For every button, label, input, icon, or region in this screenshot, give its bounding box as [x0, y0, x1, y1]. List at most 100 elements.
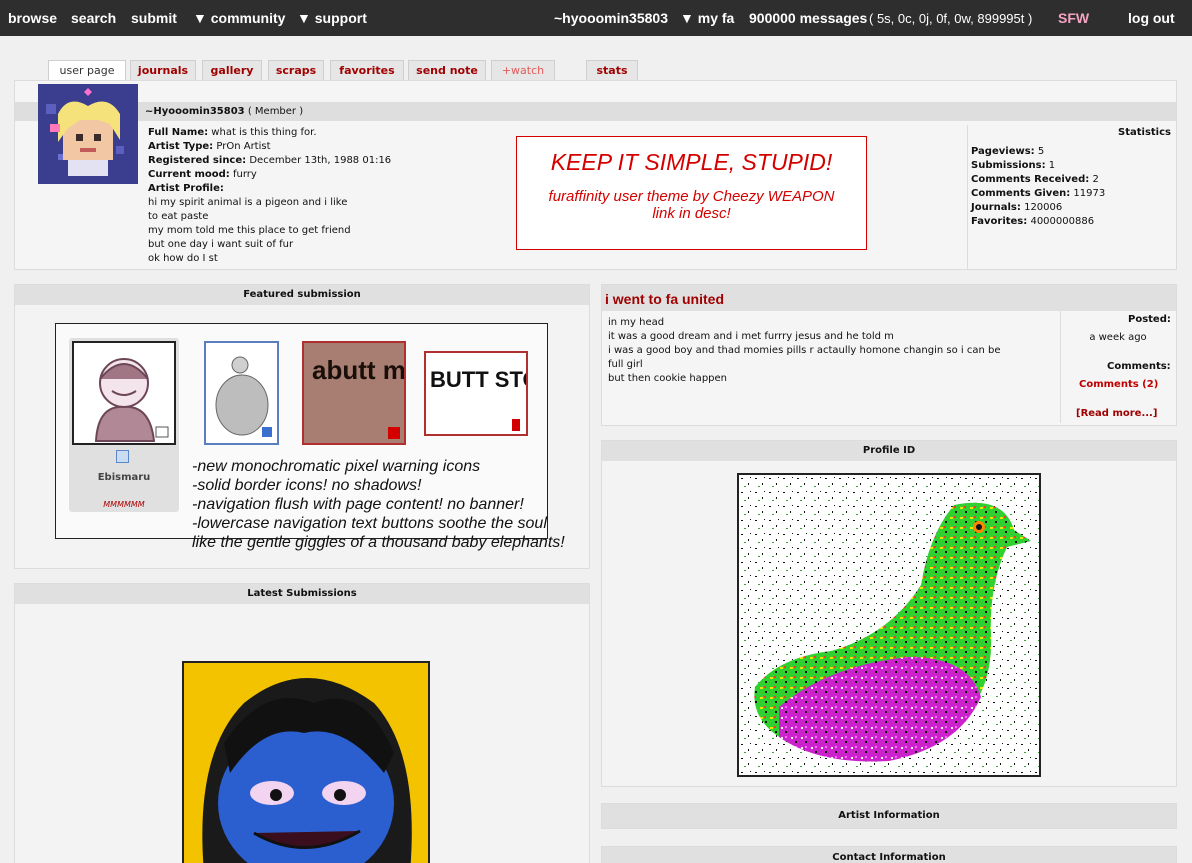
theme-banner-box: KEEP IT SIMPLE, STUPID! furaffinity user… — [516, 136, 867, 250]
stat-label: Journals: — [971, 202, 1021, 213]
nav-username[interactable]: ~hyooomin35803 — [554, 10, 668, 26]
stat-value: 120006 — [1024, 202, 1063, 213]
featured-thumb-2[interactable]: abutt movie — [302, 341, 458, 445]
profile-role: ( Member ) — [247, 106, 304, 117]
journal-line: i was a good boy and thad momies pills r… — [608, 345, 1001, 356]
bio-line: ok how do I st — [148, 253, 218, 264]
journal-line: but then cookie happen — [608, 373, 727, 384]
sfw-toggle[interactable]: SFW — [1058, 10, 1089, 26]
stat-label: Submissions: — [971, 160, 1046, 171]
theme-banner-link-note: link in desc! — [652, 205, 731, 222]
full-name-value: what is this thing for. — [211, 127, 317, 138]
journal-posted-value: a week ago — [1089, 332, 1147, 343]
journal-title[interactable]: i went to fa united — [605, 291, 724, 307]
featured-heading: Featured submission — [15, 285, 589, 305]
nav-community-dropdown[interactable]: ▼ community — [193, 10, 285, 26]
artist-profile-label: Artist Profile: — [148, 183, 224, 194]
profile-id-heading: Profile ID — [602, 441, 1176, 461]
bio-line: to eat paste — [148, 211, 209, 222]
artist-info-heading: Artist Information — [602, 804, 1176, 828]
featured-artist-avatar[interactable] — [72, 341, 176, 445]
tab-gallery[interactable]: gallery — [202, 60, 262, 81]
thumb-3-image: BUTT STORY — [426, 353, 570, 434]
avatar[interactable] — [38, 84, 138, 184]
featured-thumb-3[interactable]: BUTT STORY — [424, 351, 570, 436]
nav-myfa-dropdown[interactable]: ▼ my fa — [680, 10, 734, 26]
stat-label: Comments Given: — [971, 188, 1071, 199]
featured-artist-rating: MMMMMM — [103, 500, 145, 509]
bio-line: but one day i want suit of fur — [148, 239, 294, 250]
journal-line: it was a good dream and i met furrry jes… — [608, 331, 894, 342]
bio-line: my mom told me this place to get friend — [148, 225, 351, 236]
latest-submission-image — [184, 663, 428, 863]
registered-value: December 13th, 1988 01:16 — [249, 155, 392, 166]
latest-submission-thumb[interactable] — [182, 661, 430, 863]
featured-note-line: like the gentle giggles of a thousand ba… — [192, 534, 565, 551]
tab-user-page[interactable]: user page — [48, 60, 126, 81]
stat-label: Comments Received: — [971, 174, 1090, 185]
artist-status-icon — [116, 450, 129, 463]
profile-username[interactable]: ~Hyooomin35803 — [145, 106, 245, 117]
tab-favorites[interactable]: favorites — [330, 60, 404, 81]
thumb-2-text-1: abutt movie — [312, 355, 404, 385]
tab-journals[interactable]: journals — [130, 60, 196, 81]
stat-value: 4000000886 — [1030, 216, 1095, 227]
journal-posted-label: Posted: — [1128, 314, 1171, 325]
tab-send-note[interactable]: send note — [408, 60, 486, 81]
nav-messages[interactable]: 900000 messages — [749, 10, 867, 26]
avatar-image — [38, 84, 138, 184]
featured-note-line: -new monochromatic pixel warning icons — [192, 458, 481, 475]
stat-value: 1 — [1048, 160, 1056, 171]
stats-heading: Statistics — [1118, 127, 1171, 138]
theme-banner-credit: furaffinity user theme by Cheezy WEAPON — [548, 188, 835, 205]
stat-value: 11973 — [1073, 188, 1106, 199]
featured-note-line: -navigation flush with page content! no … — [192, 496, 524, 513]
top-nav-bar: browse search submit ▼ community ▼ suppo… — [0, 0, 1192, 36]
full-name-label: Full Name: — [148, 127, 209, 138]
artist-type-label: Artist Type: — [148, 141, 214, 152]
registered-label: Registered since: — [148, 155, 247, 166]
featured-note-line: -solid border icons! no shadows! — [192, 477, 422, 494]
bio-line: hi my spirit animal is a pigeon and i li… — [148, 197, 348, 208]
theme-banner-title: KEEP IT SIMPLE, STUPID! — [550, 149, 833, 175]
nav-support-dropdown[interactable]: ▼ support — [297, 10, 367, 26]
stats-list: Pageviews: 5 Submissions: 1 Comments Rec… — [971, 145, 1105, 229]
stat-label: Favorites: — [971, 216, 1028, 227]
journal-line: full girl — [608, 359, 643, 370]
contact-info-heading: Contact Information — [602, 847, 1176, 863]
tab-watch[interactable]: +watch — [491, 60, 555, 81]
stat-value: 5 — [1037, 146, 1045, 157]
nav-search[interactable]: search — [71, 10, 116, 26]
tab-stats[interactable]: stats — [586, 60, 638, 81]
nav-logout[interactable]: log out — [1128, 10, 1175, 26]
nav-browse[interactable]: browse — [8, 10, 57, 26]
thumb-1-image — [206, 343, 277, 443]
tab-scraps[interactable]: scraps — [268, 60, 324, 81]
artist-avatar-image — [74, 343, 174, 443]
journal-divider — [1060, 311, 1061, 423]
stats-divider — [967, 125, 968, 269]
contact-information-panel: Contact Information — [601, 846, 1177, 863]
nav-submit[interactable]: submit — [131, 10, 177, 26]
mood-label: Current mood: — [148, 169, 230, 180]
stat-value: 2 — [1092, 174, 1099, 185]
artist-information-panel: Artist Information — [601, 803, 1177, 829]
profile-name-line: ~Hyooomin35803 ( Member ) — [145, 106, 303, 117]
thumb-2-image: abutt movie — [304, 343, 458, 443]
featured-thumb-1[interactable] — [204, 341, 279, 445]
latest-heading: Latest Submissions — [15, 584, 589, 604]
profile-details: Full Name: what is this thing for. Artis… — [148, 126, 508, 266]
pigeon-image — [739, 475, 1039, 775]
stat-label: Pageviews: — [971, 146, 1035, 157]
mood-value: furry — [233, 169, 257, 180]
journal-read-more-link[interactable]: [Read more...] — [1076, 408, 1157, 419]
featured-note-line: -lowercase navigation text buttons sooth… — [192, 515, 547, 532]
profile-id-image[interactable] — [737, 473, 1041, 777]
thumb-3-text: BUTT STORY — [430, 367, 526, 392]
journal-line: in my head — [608, 317, 665, 328]
journal-comments-label: Comments: — [1107, 361, 1171, 372]
featured-artist-name[interactable]: Ebismaru — [69, 472, 179, 483]
nav-message-counts[interactable]: ( 5s, 0c, 0j, 0f, 0w, 899995t ) — [869, 11, 1032, 26]
journal-comments-link[interactable]: Comments (2) — [1079, 379, 1158, 390]
artist-type-value: PrOn Artist — [216, 141, 271, 152]
